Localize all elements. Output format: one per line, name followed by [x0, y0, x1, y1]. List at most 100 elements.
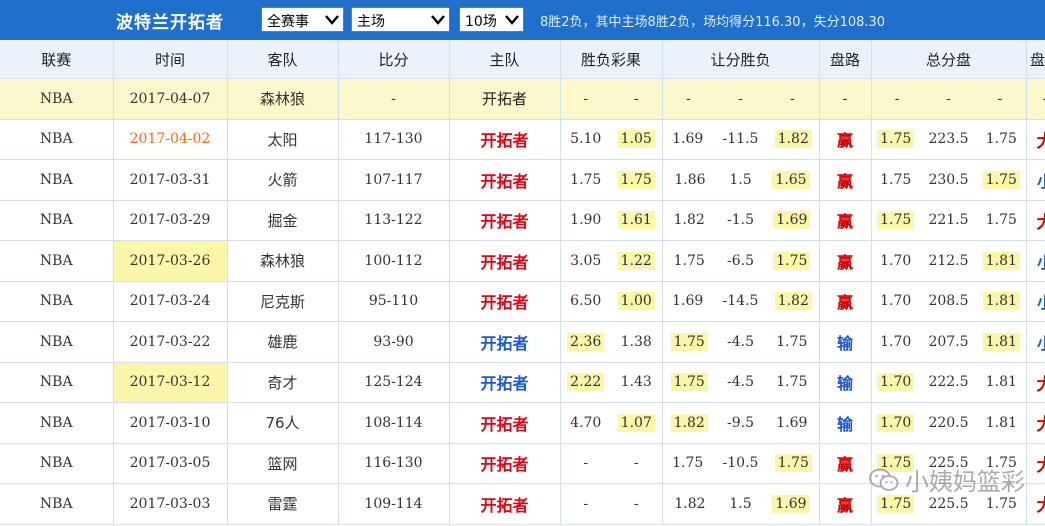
- venue-select-value: 主场: [357, 14, 385, 30]
- home-team-cell[interactable]: 开拓者: [449, 159, 561, 201]
- spread-odd: 1.82: [674, 495, 706, 512]
- home-team-cell[interactable]: 开拓者: [449, 483, 561, 525]
- home-team-cell[interactable]: 开拓者: [449, 362, 561, 403]
- away-team-cell[interactable]: 尼克斯: [227, 281, 339, 322]
- league-cell: NBA: [0, 240, 114, 282]
- spread-odds: 1.82 -1.5 1.69: [663, 201, 819, 240]
- total-odd: 1.81: [982, 251, 1020, 270]
- away-team-cell[interactable]: 掘金: [227, 200, 339, 241]
- table-row: NBA 2017-03-05 篮网 116-130 开拓者 - -1.75 -10.5 1.75…: [0, 443, 1045, 484]
- moneyline-odd: -: [583, 90, 589, 107]
- away-team-cell[interactable]: 76人: [227, 402, 339, 444]
- total-odd: 1.81: [985, 414, 1017, 431]
- table-row: NBA2017-04-07森林狼-开拓者----------: [0, 78, 1045, 120]
- home-team-cell[interactable]: 开拓者: [449, 200, 561, 241]
- total-odd: 1.75: [985, 212, 1017, 229]
- total-cell: 1.75 225.5 1.75: [871, 443, 1027, 484]
- total-result-badge: 小: [1037, 293, 1045, 312]
- moneyline-odds: --: [561, 79, 662, 118]
- score-cell: 100-112: [338, 240, 450, 282]
- chevron-down-icon: [325, 15, 339, 25]
- total-odds: ---: [872, 79, 1026, 118]
- date-link[interactable]: 2017-03-12: [130, 374, 211, 390]
- away-team-cell[interactable]: 雄鹿: [227, 321, 339, 363]
- date-link[interactable]: 2017-04-07: [130, 91, 211, 107]
- total-odd: 1.70: [877, 413, 915, 432]
- date-cell: 2017-03-26: [113, 240, 228, 282]
- date-link[interactable]: 2017-03-26: [130, 253, 211, 269]
- venue-select[interactable]: 主场: [351, 7, 450, 32]
- score-cell: 107-117: [338, 159, 450, 201]
- total-odds: 1.75 230.5 1.75: [872, 160, 1026, 199]
- away-team-cell[interactable]: 森林狼: [227, 240, 339, 282]
- spread-result-cell: 赢: [819, 119, 872, 160]
- moneyline-odd: 1.07: [617, 413, 655, 432]
- away-team-cell[interactable]: 雷霆: [227, 483, 339, 525]
- col-spread-result: 盘路: [819, 40, 872, 79]
- date-link[interactable]: 2017-03-05: [130, 455, 211, 471]
- total-cell: 1.70 212.5 1.81: [871, 240, 1027, 282]
- home-team-label: 开拓者: [480, 414, 529, 434]
- home-team-cell[interactable]: 开拓者: [449, 119, 561, 160]
- total-result-cell: 大: [1026, 402, 1045, 444]
- date-link[interactable]: 2017-04-02: [130, 131, 211, 147]
- total-odd: 1.70: [880, 252, 912, 269]
- league-cell: NBA: [0, 200, 114, 241]
- competition-select[interactable]: 全赛事: [261, 7, 344, 32]
- col-away: 客队: [227, 40, 339, 79]
- total-odd: 1.75: [985, 131, 1017, 148]
- date-link[interactable]: 2017-03-24: [130, 293, 211, 309]
- moneyline-cell: 3.05 1.22: [560, 240, 663, 282]
- away-team-cell[interactable]: 奇才: [227, 362, 339, 403]
- date-cell: 2017-03-10: [113, 402, 228, 444]
- date-cell: 2017-03-12: [113, 362, 228, 403]
- moneyline-cell: 6.50 1.00: [560, 281, 663, 322]
- score-cell: 113-122: [338, 200, 450, 241]
- spread-odd: 1.75: [670, 373, 708, 392]
- away-team-cell[interactable]: 森林狼: [227, 78, 339, 120]
- date-link[interactable]: 2017-03-31: [130, 172, 211, 188]
- total-odds: 1.70 222.5 1.81: [872, 363, 1026, 402]
- moneyline-cell: 1.75 1.75: [560, 159, 663, 201]
- total-result-cell: 小: [1026, 281, 1045, 322]
- away-team-cell[interactable]: 篮网: [227, 443, 339, 484]
- away-team-cell[interactable]: 太阳: [227, 119, 339, 160]
- team-title: 波特兰开拓者: [116, 13, 224, 33]
- table-row: NBA 2017-03-22 雄鹿 93-90 开拓者 2.36 1.38 1.75 -4.5 1…: [0, 321, 1045, 363]
- total-result-badge: 大: [1037, 496, 1045, 516]
- spread-result-cell: 赢: [819, 443, 872, 484]
- date-link[interactable]: 2017-03-22: [130, 334, 211, 350]
- spread-cell: 1.75 -6.5 1.75: [662, 240, 820, 282]
- spread-odd: 1.75: [672, 455, 704, 472]
- total-cell: 1.70 207.5 1.81: [871, 321, 1027, 363]
- home-team-cell[interactable]: 开拓者: [449, 443, 561, 484]
- total-odd: 1.81: [982, 292, 1020, 311]
- home-team-cell[interactable]: 开拓者: [449, 402, 561, 444]
- count-select[interactable]: 10场: [459, 7, 524, 32]
- total-result-badge: 大: [1037, 456, 1045, 476]
- total-odds: 1.75 225.5 1.75: [872, 444, 1026, 483]
- moneyline-odd: 3.05: [570, 252, 602, 269]
- total-line: 225.5: [928, 455, 969, 472]
- home-team-cell[interactable]: 开拓者: [449, 240, 561, 282]
- spread-cell: 1.69 -11.5 1.82: [662, 119, 820, 160]
- spread-result-cell: 输: [819, 321, 872, 363]
- spread-cell: 1.82 -9.5 1.69: [662, 402, 820, 444]
- total-result-badge: 大: [1037, 132, 1045, 152]
- home-team-cell[interactable]: 开拓者: [449, 281, 561, 322]
- spread-result-badge: 赢: [836, 252, 853, 272]
- score-cell: 125-124: [338, 362, 450, 403]
- away-team-cell[interactable]: 火箭: [227, 159, 339, 201]
- total-odd: 1.75: [880, 171, 912, 188]
- date-link[interactable]: 2017-03-10: [130, 415, 211, 431]
- date-link[interactable]: 2017-03-29: [130, 212, 211, 228]
- home-team-cell[interactable]: 开拓者: [449, 321, 561, 363]
- total-result-cell: 大: [1026, 200, 1045, 241]
- home-team-cell[interactable]: 开拓者: [449, 78, 561, 120]
- spread-cell: ---: [662, 78, 820, 120]
- spread-result-badge: 输: [836, 374, 853, 394]
- spread-result-badge: -: [842, 90, 848, 107]
- date-link[interactable]: 2017-03-03: [130, 496, 211, 512]
- moneyline-odd: -: [633, 90, 639, 107]
- total-cell: 1.70 222.5 1.81: [871, 362, 1027, 403]
